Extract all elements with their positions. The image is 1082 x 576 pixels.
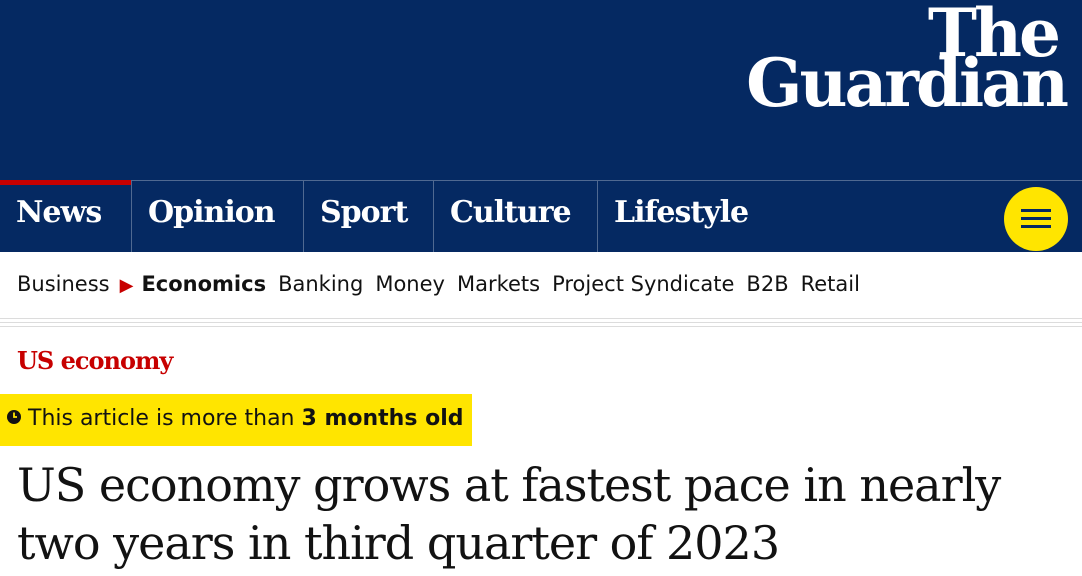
guardian-logo[interactable]: The Guardian [746,0,1069,122]
clock-icon [7,410,21,424]
menu-button[interactable] [1004,187,1068,251]
divider [0,326,1082,327]
sub-navigation: Business ▶ Economics Banking Money Markets Pro… [0,252,1082,318]
hamburger-icon-bar [1021,225,1051,228]
article-age-warning: This article is more than 3 months old [0,394,472,446]
subnav-item-markets[interactable]: Markets [457,272,540,296]
subnav-item-banking[interactable]: Banking [278,272,363,296]
subnav-item-project-syndicate[interactable]: Project Syndicate [552,272,734,296]
pillar-nav: News Opinion Sport Culture Lifestyle [0,180,1082,253]
subnav-parent-business[interactable]: Business [17,272,110,296]
section-kicker[interactable]: US economy [17,346,173,375]
age-warning-prefix: This article is more than [28,406,302,431]
subnav-item-retail[interactable]: Retail [801,272,860,296]
article-headline: US economy grows at fastest pace in near… [17,458,1001,570]
divider [0,322,1082,323]
nav-pillar-opinion[interactable]: Opinion [131,181,303,253]
nav-pillar-culture[interactable]: Culture [433,181,597,253]
masthead: The Guardian [0,0,1082,180]
subnav-item-b2b[interactable]: B2B [746,272,788,296]
subnav-item-money[interactable]: Money [375,272,445,296]
divider [0,318,1082,319]
nav-pillar-news[interactable]: News [0,180,131,253]
nav-pillar-sport[interactable]: Sport [303,181,433,253]
nav-pillar-lifestyle[interactable]: Lifestyle [597,181,777,253]
breadcrumb-arrow-icon: ▶ [119,275,134,296]
hamburger-icon-bar [1021,217,1051,220]
hamburger-icon [1021,209,1051,212]
age-warning-duration: 3 months old [301,406,464,431]
logo-line-2: Guardian [746,44,1069,122]
subnav-current-economics[interactable]: Economics [141,272,266,296]
